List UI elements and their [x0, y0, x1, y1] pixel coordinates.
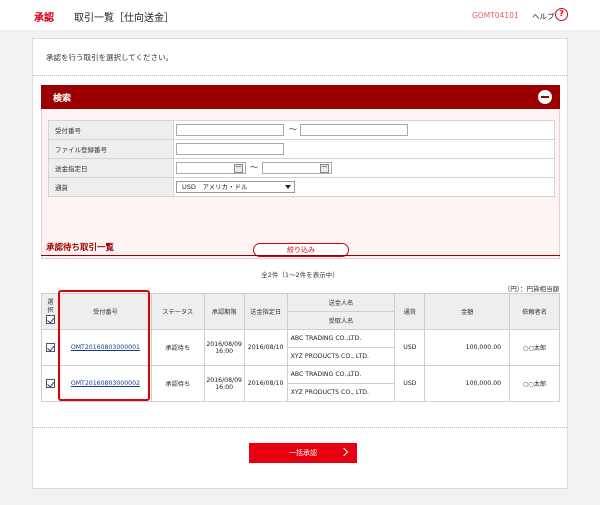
currency-value: USD	[394, 365, 426, 402]
requester-name: ○○太郎	[509, 329, 560, 366]
chevron-right-icon	[339, 447, 349, 457]
table-row: OMT20160803000001 承認待ち 2016/08/09 16:00 2…	[41, 329, 560, 366]
screen-code: GOMT04101	[472, 11, 519, 20]
status-text: 承認待ち	[150, 329, 205, 366]
category-label: 承認	[34, 13, 54, 24]
range-separator: ～	[289, 125, 297, 134]
remit-date-from-input[interactable]	[176, 162, 246, 174]
transaction-table: 選択 受付番号 ステータス 承認期限 送金指定日 送金人名 通貨 金額 依頼者名…	[41, 293, 560, 402]
remit-date: 2016/08/10	[243, 365, 288, 402]
amount-value: 100,000.00	[424, 329, 511, 366]
receipt-no-link[interactable]: OMT20160803000002	[71, 380, 140, 387]
select-all-checkbox[interactable]	[45, 315, 55, 324]
range-separator: ～	[250, 163, 258, 172]
payee-name: XYZ PRODUCTS CO., LTD.	[286, 383, 396, 402]
remit-date: 2016/08/10	[243, 329, 288, 366]
result-count: 全2件（1～2件を表示中）	[261, 271, 339, 279]
currency-value: USD	[394, 329, 426, 366]
receipt-no-link[interactable]: OMT20160803000001	[71, 344, 140, 351]
list-title: 承認待ち取引一覧	[46, 243, 115, 253]
header-amount[interactable]: 金額	[424, 293, 511, 330]
receipt-no-to-input[interactable]	[300, 124, 408, 136]
app-header: 承認 取引一覧［仕向送金］ GOMT04101 ヘルプ ?	[0, 0, 600, 30]
remitter-name: ABC TRADING CO.,LTD.	[286, 365, 396, 384]
divider	[33, 427, 567, 428]
table-header-row: 選択 受付番号 ステータス 承認期限 送金指定日 送金人名 通貨 金額 依頼者名	[41, 293, 560, 330]
status-text: 承認待ち	[150, 365, 205, 402]
search-form: 受付番号 ～ ファイル登録番号 送金指定日 ～ 通貨 USD アメリカ・ドル	[48, 120, 555, 197]
help-link[interactable]: ヘルプ	[532, 11, 555, 22]
search-panel: 検索 受付番号 ～ ファイル登録番号 送金指定日 ～ 通貨 USD アメリカ・ド…	[41, 85, 560, 259]
table-row: OMT20160803000002 承認待ち 2016/08/09 16:00 2…	[41, 365, 560, 402]
remitter-name: ABC TRADING CO.,LTD.	[286, 329, 396, 348]
calendar-icon[interactable]	[320, 164, 329, 173]
row-checkbox[interactable]	[45, 343, 55, 352]
receipt-no-from-input[interactable]	[176, 124, 284, 136]
deadline-date: 2016/08/09	[206, 340, 242, 348]
divider	[33, 75, 567, 76]
bulk-approve-button[interactable]: 一括承認	[249, 443, 357, 463]
requester-name: ○○太郎	[509, 365, 560, 402]
search-row-file: ファイル登録番号	[48, 139, 555, 159]
payee-name: XYZ PRODUCTS CO., LTD.	[286, 347, 396, 366]
header-receipt-no[interactable]: 受付番号	[58, 293, 152, 330]
field-label: 通貨	[48, 177, 174, 197]
header-remit-date[interactable]: 送金指定日	[243, 293, 288, 330]
field-label: 受付番号	[48, 120, 174, 140]
currency-select[interactable]: USD アメリカ・ドル	[176, 181, 295, 193]
deadline-time: 16:00	[215, 383, 234, 391]
deadline-date: 2016/08/09	[206, 376, 242, 384]
header-payee-name[interactable]: 受取人名	[286, 311, 396, 330]
help-icon[interactable]: ?	[555, 8, 568, 21]
search-row-date: 送金指定日 ～	[48, 158, 555, 178]
currency-select-value: USD アメリカ・ドル	[182, 183, 248, 191]
bulk-approve-label: 一括承認	[289, 449, 317, 457]
amount-value: 100,000.00	[424, 365, 511, 402]
calendar-icon[interactable]	[234, 164, 243, 173]
list-title-underline	[41, 255, 560, 256]
row-checkbox[interactable]	[45, 379, 55, 388]
instruction-text: 承認を行う取引を選択してください。	[46, 53, 174, 62]
field-label: 送金指定日	[48, 158, 174, 178]
search-panel-header[interactable]: 検索	[41, 85, 560, 109]
header-currency[interactable]: 通貨	[394, 293, 426, 330]
main-card: 承認を行う取引を選択してください。 検索 受付番号 ～ ファイル登録番号 送金指…	[32, 38, 568, 489]
header-select-label: 選択	[47, 299, 54, 314]
deadline-time: 16:00	[215, 347, 234, 355]
chevron-down-icon	[285, 185, 291, 189]
header-select: 選択	[41, 293, 60, 330]
search-row-receipt: 受付番号 ～	[48, 120, 555, 140]
search-panel-title: 検索	[53, 94, 72, 104]
field-label: ファイル登録番号	[48, 139, 174, 159]
header-remitter-name[interactable]: 送金人名	[286, 293, 396, 312]
file-registration-no-input[interactable]	[176, 143, 284, 155]
header-status[interactable]: ステータス	[150, 293, 205, 330]
search-row-currency: 通貨 USD アメリカ・ドル	[48, 177, 555, 197]
collapse-icon[interactable]	[538, 90, 552, 104]
header-approval-deadline[interactable]: 承認期限	[203, 293, 245, 330]
remit-date-to-input[interactable]	[262, 162, 332, 174]
header-requester[interactable]: 依頼者名	[509, 293, 560, 330]
page-title: 取引一覧［仕向送金］	[74, 13, 174, 24]
unit-note: （円）：円貨相当額	[503, 285, 559, 293]
